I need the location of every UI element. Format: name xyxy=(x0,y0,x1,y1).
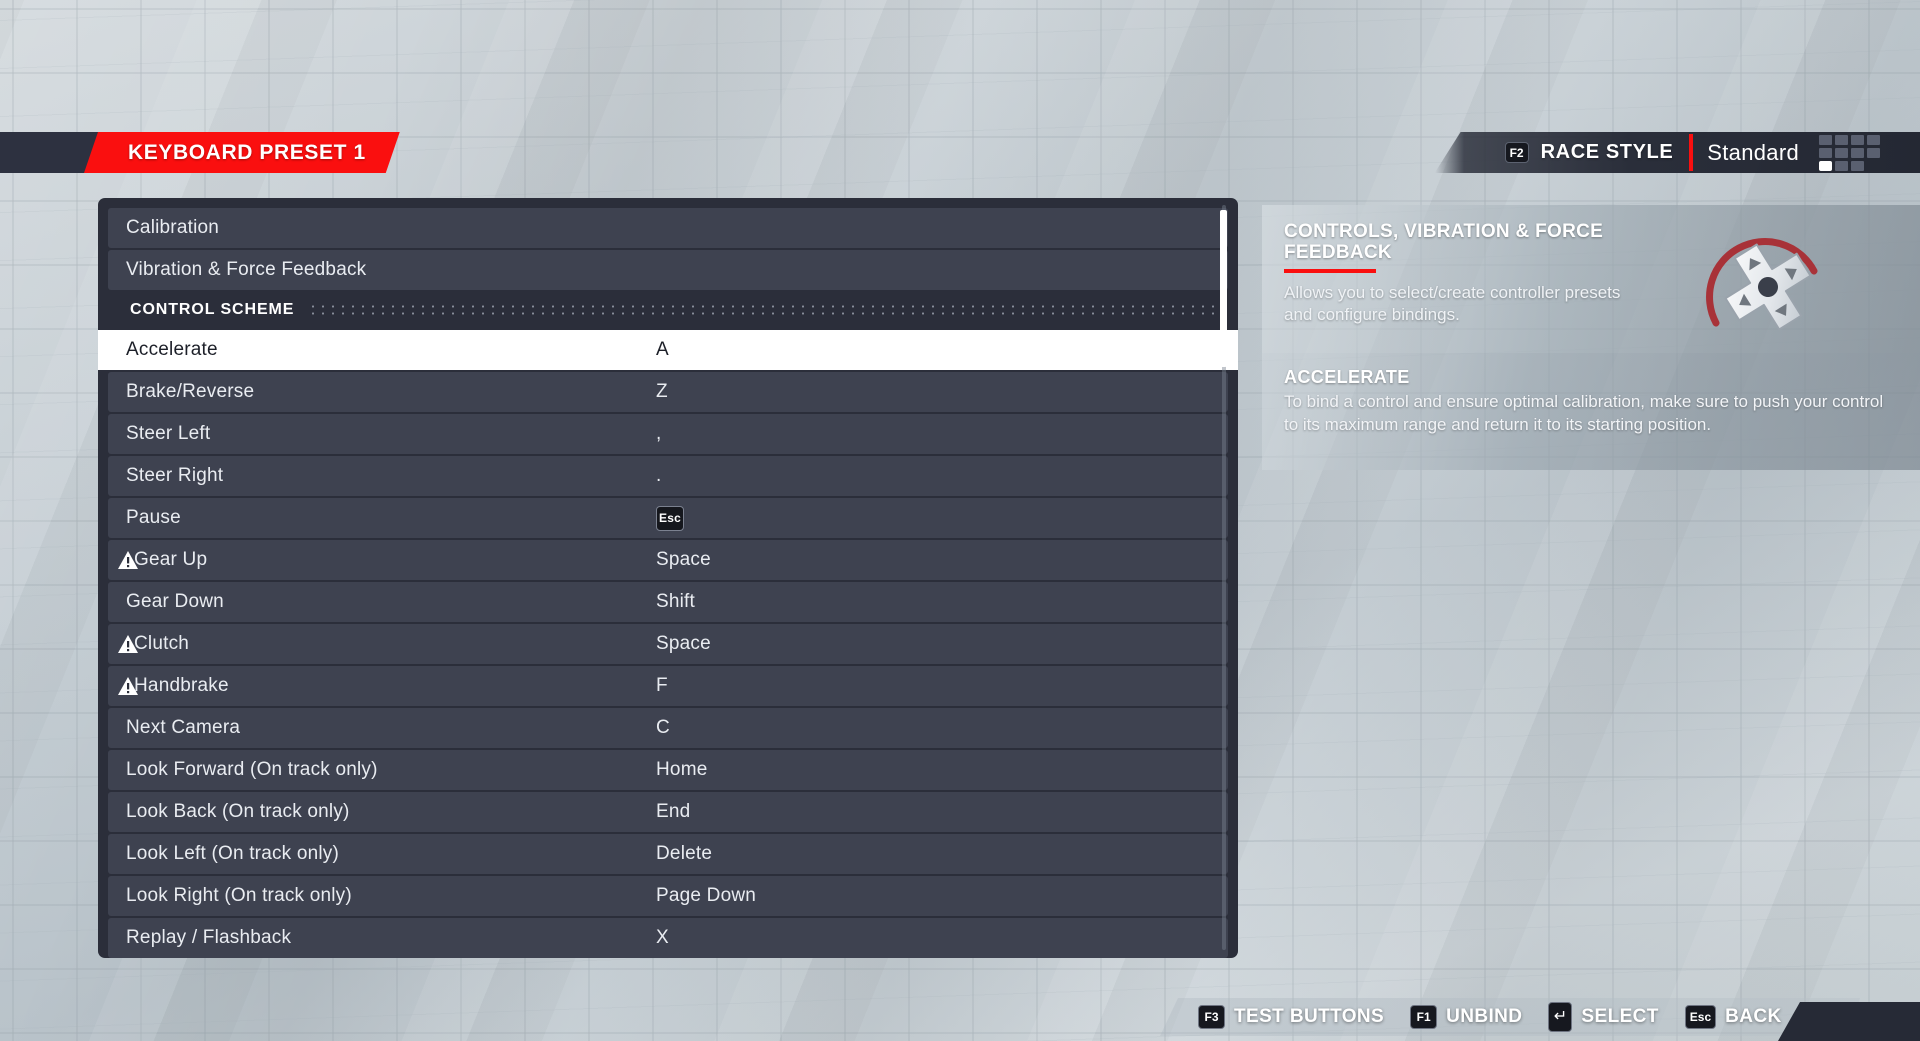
binding-value: Delete xyxy=(656,843,713,864)
binding-value: . xyxy=(656,465,662,486)
binding-value: Space xyxy=(656,633,711,654)
binding-row[interactable]: Handbrake F xyxy=(108,666,1228,706)
binding-label: Replay / Flashback xyxy=(126,927,292,948)
keyboard-grid-icon xyxy=(1819,134,1880,171)
binding-label: Look Forward (On track only) xyxy=(126,759,378,780)
footer-action-label: TEST BUTTONS xyxy=(1234,1006,1385,1027)
binding-row[interactable]: Pause Esc xyxy=(108,498,1228,538)
binding-label: Look Right (On track only) xyxy=(126,885,352,906)
race-style-label: RACE STYLE xyxy=(1540,141,1674,163)
list-section-header: CONTROL SCHEME xyxy=(108,292,1228,328)
footer-actions: F3 TEST BUTTONS F1 UNBIND ↵ SELECT Esc BACK xyxy=(1160,998,1860,1036)
binding-value: Esc xyxy=(656,498,684,538)
binding-label: Calibration xyxy=(126,217,220,238)
info-panel-top: CONTROLS, VIBRATION & FORCE FEEDBACK All… xyxy=(1262,205,1920,353)
binding-value: , xyxy=(656,423,662,444)
binding-label: Pause xyxy=(126,507,181,528)
list-scrollbar-thumb[interactable] xyxy=(1220,210,1227,367)
info-sub-title: ACCELERATE xyxy=(1284,367,1410,387)
preset-title-label: KEYBOARD PRESET 1 xyxy=(128,140,366,164)
section-label: CONTROL SCHEME xyxy=(130,301,295,318)
footer-action-back[interactable]: Esc BACK xyxy=(1685,1005,1782,1029)
binding-label: Clutch xyxy=(134,633,190,654)
binding-row[interactable]: Look Right (On track only) Page Down xyxy=(108,876,1228,916)
footer-action-label: BACK xyxy=(1725,1006,1782,1027)
game-settings-screen: KEYBOARD PRESET 1 F2 RACE STYLE Standard… xyxy=(0,0,1920,1041)
binding-label: Gear Down xyxy=(126,591,224,612)
binding-row[interactable]: Clutch Space xyxy=(108,624,1228,664)
footer-action-label: SELECT xyxy=(1581,1006,1659,1027)
binding-row[interactable]: Gear Down Shift xyxy=(108,582,1228,622)
binding-label: Handbrake xyxy=(134,675,229,696)
info-title: CONTROLS, VIBRATION & FORCE FEEDBACK xyxy=(1284,221,1604,264)
f2-key-badge: F2 xyxy=(1504,142,1529,163)
footer-action-label: UNBIND xyxy=(1446,1006,1523,1027)
binding-label: Brake/Reverse xyxy=(126,381,255,402)
binding-label: Steer Left xyxy=(126,423,211,444)
header-red-divider xyxy=(1689,134,1694,171)
footer-action-bar: F3 TEST BUTTONS F1 UNBIND ↵ SELECT Esc BACK xyxy=(1160,990,1920,1041)
control-bindings-list[interactable]: Calibration Vibration & Force Feedback CON… xyxy=(98,198,1238,958)
binding-label: Steer Right xyxy=(126,465,224,486)
binding-row[interactable]: Vibration & Force Feedback xyxy=(108,250,1228,290)
binding-value: A xyxy=(656,339,669,360)
binding-label: Look Left (On track only) xyxy=(126,843,340,864)
binding-row[interactable]: Accelerate A xyxy=(98,330,1238,370)
info-red-underline xyxy=(1284,268,1376,273)
binding-value: Space xyxy=(656,549,711,570)
footer-key-badge: F1 xyxy=(1410,1005,1437,1029)
binding-row[interactable]: Brake/Reverse Z xyxy=(108,372,1228,412)
info-panel-bottom: ACCELERATE To bind a control and ensure … xyxy=(1262,353,1920,470)
binding-value: X xyxy=(656,927,669,948)
binding-row[interactable]: Steer Right. xyxy=(108,456,1228,496)
binding-row[interactable]: Look Back (On track only) End xyxy=(108,792,1228,832)
binding-label: Next Camera xyxy=(126,717,241,738)
binding-value: End xyxy=(656,801,691,822)
binding-row[interactable]: Gear Up Space xyxy=(108,540,1228,580)
footer-corner-accent xyxy=(1778,1002,1920,1041)
binding-row[interactable]: Replay / Flashback X xyxy=(108,918,1228,958)
binding-value: F xyxy=(656,675,668,696)
footer-key-badge: Esc xyxy=(1685,1005,1716,1029)
binding-label: Gear Up xyxy=(134,549,208,570)
binding-row[interactable]: Look Left (On track only) Delete xyxy=(108,834,1228,874)
footer-action-unbind[interactable]: F1 UNBIND xyxy=(1410,1005,1522,1029)
binding-row[interactable]: Steer Left, xyxy=(108,414,1228,454)
binding-label: Vibration & Force Feedback xyxy=(126,259,367,280)
binding-value: Shift xyxy=(656,591,696,612)
binding-value: Page Down xyxy=(656,885,757,906)
footer-key-badge: F3 xyxy=(1198,1005,1225,1029)
footer-key-badge: ↵ xyxy=(1548,1002,1572,1032)
info-panel: CONTROLS, VIBRATION & FORCE FEEDBACK All… xyxy=(1262,205,1920,470)
binding-value: C xyxy=(656,717,670,738)
footer-action-test-buttons[interactable]: F3 TEST BUTTONS xyxy=(1198,1005,1384,1029)
esc-key-badge: Esc xyxy=(656,505,684,531)
race-style-selector[interactable]: F2 RACE STYLE Standard xyxy=(1434,132,1920,173)
section-dotted-rule xyxy=(308,303,1222,317)
top-header-bar: KEYBOARD PRESET 1 F2 RACE STYLE Standard xyxy=(0,132,1920,173)
binding-value: Z xyxy=(656,381,668,402)
info-description: Allows you to select/create controller p… xyxy=(1284,282,1621,324)
binding-label: Look Back (On track only) xyxy=(126,801,350,822)
binding-row[interactable]: Next Camera C xyxy=(108,708,1228,748)
footer-action-select[interactable]: ↵ SELECT xyxy=(1548,1002,1658,1032)
binding-row[interactable]: Look Forward (On track only) Home xyxy=(108,750,1228,790)
info-sub-description: To bind a control and ensure optimal cal… xyxy=(1284,392,1884,434)
binding-label: Accelerate xyxy=(126,339,218,360)
binding-row[interactable]: Calibration xyxy=(108,208,1228,248)
binding-value: Home xyxy=(656,759,708,780)
race-style-value: Standard xyxy=(1707,139,1799,165)
dpad-icon xyxy=(1698,223,1838,351)
preset-title-banner: KEYBOARD PRESET 1 xyxy=(84,132,400,173)
